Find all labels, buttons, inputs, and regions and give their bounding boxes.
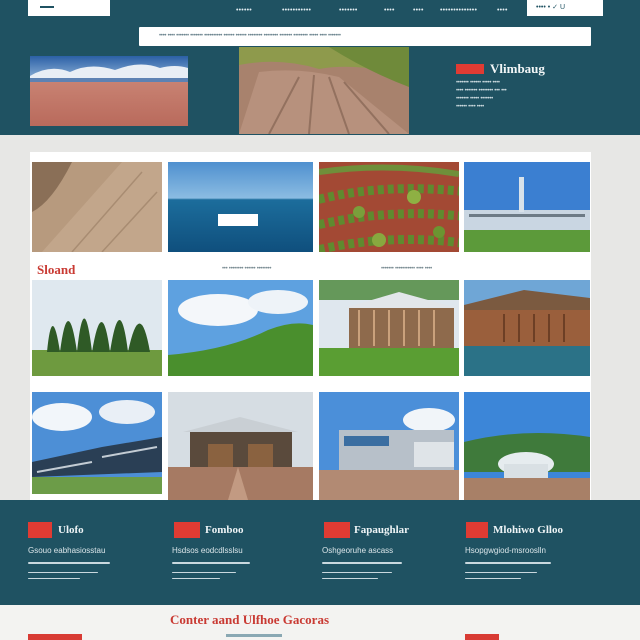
feature-1-line (28, 578, 80, 579)
barn-image (168, 392, 313, 500)
gallery-sub-caption-a: ••• •••••••• •••••• •••••••• (222, 266, 272, 272)
feature-2-line (172, 578, 220, 579)
footer-left-button[interactable] (28, 634, 82, 640)
gallery-section-title: Sloand (37, 262, 76, 277)
nav-link-6[interactable]: •••••••••••••• (440, 7, 477, 14)
hero-photo-sea[interactable] (30, 56, 188, 126)
feature-1-title: Ulofo (58, 524, 84, 536)
ocean-image (168, 162, 313, 252)
hero-tag (456, 64, 484, 74)
gallery-photo-ocean[interactable] (168, 162, 313, 252)
feature-1-icon (28, 522, 52, 538)
gallery-photo-field[interactable] (319, 162, 459, 252)
cypress-trees-image (32, 280, 162, 376)
campus-building-image (32, 392, 162, 494)
logo-mark (40, 6, 54, 8)
gallery-photo-warehouse[interactable] (319, 392, 459, 500)
account-label: •••• • ✓ U (536, 4, 566, 11)
sand-dune-image (32, 162, 162, 252)
hero-body-line-3: ••••••• ••••• ••••••• (456, 96, 493, 102)
feature-4-title: Mlohiwo Glloo (493, 524, 563, 536)
feature-2-icon (174, 522, 200, 538)
dirt-path-image (239, 47, 409, 134)
nav-link-3[interactable]: ••••••• (339, 7, 358, 14)
footer-divider (226, 634, 282, 637)
nav-link-5[interactable]: •••• (413, 7, 424, 14)
nav-link-7[interactable]: •••• (497, 7, 508, 14)
nav-link-1[interactable]: •••••• (236, 7, 252, 14)
footer-right-button[interactable] (465, 634, 499, 640)
hero-body-line-2: •••• ••••••• •••••••• ••• ••• (456, 88, 507, 94)
gallery-photo-stadium[interactable] (464, 162, 590, 252)
feature-2-title: Fomboo (205, 524, 244, 536)
feature-3-title: Fapaughlar (354, 524, 410, 536)
feature-3-icon (324, 522, 350, 538)
hero-body-line-1: ••••••• •••••• ••••• •••• (456, 80, 500, 86)
gallery-photo-trees[interactable] (32, 280, 162, 376)
feature-4-line (465, 562, 551, 564)
hero-body-line-4: •••••• •••• •••• (456, 104, 484, 110)
gallery-photo-hill[interactable] (168, 280, 313, 376)
feature-3-line (322, 562, 402, 564)
feature-1-line (28, 562, 110, 564)
nav-link-2[interactable]: ••••••••••• (282, 7, 311, 14)
feature-4-subtitle: Hsopgwgiod-msrooslln (465, 546, 546, 555)
stadium-image (464, 162, 590, 252)
gallery-photo-pod[interactable] (464, 392, 590, 500)
sea-landscape-image (30, 56, 188, 126)
green-hill-image (168, 280, 313, 376)
gallery-photo-pavilion[interactable] (319, 280, 459, 376)
warehouse-image (319, 392, 459, 500)
search-input[interactable]: •••• •••• ••••••• ••••••• •••••••••• •••… (139, 27, 591, 46)
gallery-photo-pool-house[interactable] (464, 280, 590, 376)
feature-4-line (465, 572, 537, 573)
gallery-photo-barn[interactable] (168, 392, 313, 500)
search-text: •••• •••• ••••••• ••••••• •••••••••• •••… (159, 33, 341, 39)
footer-title: Conter aand Ulfhoe Gacoras (170, 612, 330, 627)
hero-photo-path[interactable] (239, 47, 409, 134)
logo[interactable] (28, 0, 110, 16)
nav-link-4[interactable]: •••• (384, 7, 395, 14)
feature-3-subtitle: Oshgeoruhe ascass (322, 546, 394, 555)
feature-3-line (322, 578, 378, 579)
feature-1-subtitle: Gsouo eabhasiosstau (28, 546, 106, 555)
crop-field-image (319, 162, 459, 252)
pavilion-image (319, 280, 459, 376)
feature-1-line (28, 572, 98, 573)
feature-4-icon (466, 522, 488, 538)
hero-headline: Vlimbaug (490, 61, 545, 76)
gallery-photo-campus[interactable] (32, 392, 162, 494)
pool-house-image (464, 280, 590, 376)
feature-2-subtitle: Hsdsos eodcdlsslsu (172, 546, 243, 555)
feature-4-line (465, 578, 521, 579)
feature-2-line (172, 562, 250, 564)
gallery-sub-caption-b: ••••••• ••••••••••• •••• •••• (381, 266, 432, 272)
pod-structure-image (464, 392, 590, 500)
account-button[interactable]: •••• • ✓ U (527, 0, 603, 16)
feature-3-line (322, 572, 392, 573)
feature-2-line (172, 572, 236, 573)
gallery-photo-sand[interactable] (32, 162, 162, 252)
